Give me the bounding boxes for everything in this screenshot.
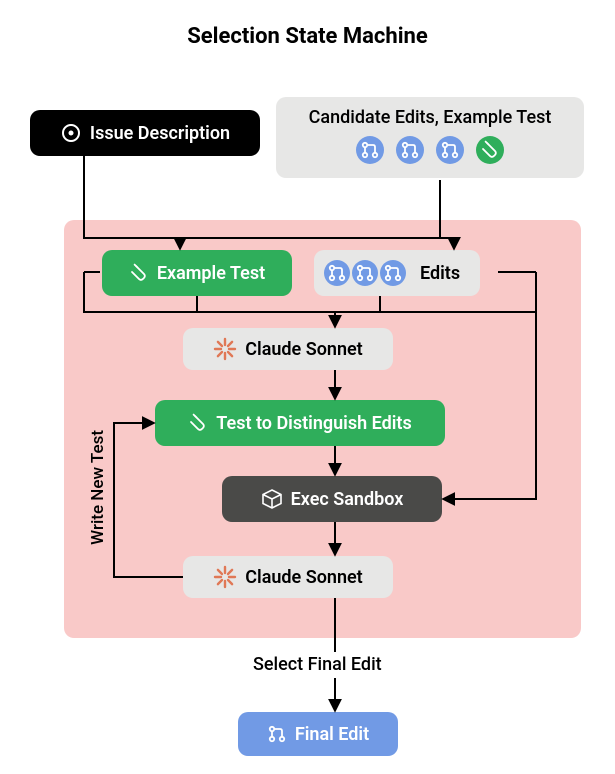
select-final-edit-label: Select Final Edit bbox=[253, 654, 382, 675]
claude-sonnet-top-node: Claude Sonnet bbox=[183, 328, 393, 370]
write-new-test-label: Write New Test bbox=[88, 430, 108, 545]
pull-request-icon bbox=[380, 260, 406, 286]
starburst-icon bbox=[213, 337, 237, 361]
claude-sonnet-bottom-label: Claude Sonnet bbox=[245, 567, 362, 588]
candidate-edits-icons bbox=[356, 136, 504, 164]
edits-node: Edits bbox=[314, 250, 480, 296]
diagram-title: Selection State Machine bbox=[0, 24, 615, 49]
test-tube-icon bbox=[476, 136, 504, 164]
test-tube-icon bbox=[129, 263, 149, 283]
starburst-icon bbox=[213, 565, 237, 589]
circle-dot-icon bbox=[60, 122, 82, 144]
pull-request-icon bbox=[436, 136, 464, 164]
final-edit-node: Final Edit bbox=[238, 712, 398, 756]
candidate-edits-label: Candidate Edits, Example Test bbox=[309, 107, 552, 128]
claude-sonnet-bottom-node: Claude Sonnet bbox=[183, 556, 393, 598]
pull-request-icon bbox=[324, 260, 350, 286]
claude-sonnet-top-label: Claude Sonnet bbox=[245, 339, 362, 360]
pull-request-icon bbox=[396, 136, 424, 164]
example-test-node: Example Test bbox=[102, 250, 292, 296]
example-test-label: Example Test bbox=[157, 263, 265, 284]
distinguish-test-node: Test to Distinguish Edits bbox=[155, 400, 445, 446]
pull-request-icon bbox=[356, 136, 384, 164]
exec-sandbox-label: Exec Sandbox bbox=[291, 489, 404, 510]
exec-sandbox-node: Exec Sandbox bbox=[222, 476, 442, 522]
issue-description-label: Issue Description bbox=[90, 123, 230, 144]
pull-request-icon bbox=[267, 724, 287, 744]
issue-description-node: Issue Description bbox=[30, 110, 260, 156]
final-edit-label: Final Edit bbox=[295, 724, 369, 745]
pull-request-icon bbox=[352, 260, 378, 286]
distinguish-test-label: Test to Distinguish Edits bbox=[216, 413, 411, 434]
cube-icon bbox=[261, 488, 283, 510]
candidate-edits-box: Candidate Edits, Example Test bbox=[276, 97, 584, 178]
edits-label: Edits bbox=[420, 263, 460, 284]
test-tube-icon bbox=[188, 413, 208, 433]
